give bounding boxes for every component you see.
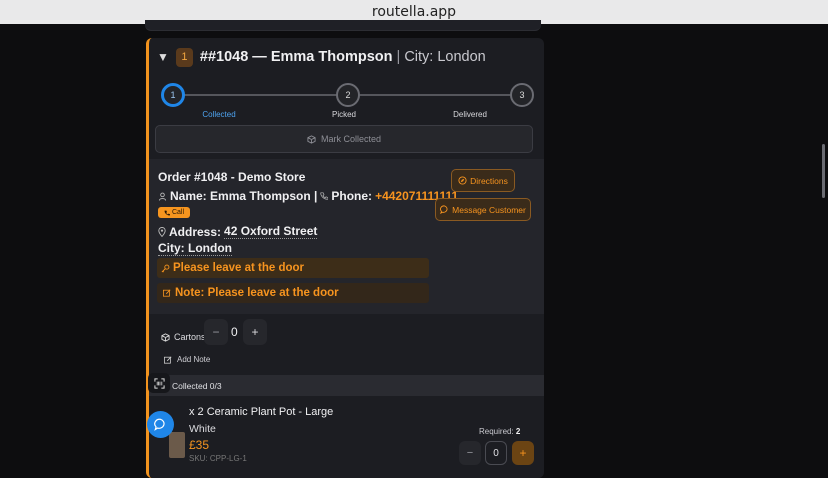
item-sku: SKU: CPP-LG-1 — [189, 454, 247, 463]
customer-info-panel: Order #1048 - Demo Store Name: Emma Thom… — [149, 159, 544, 314]
collected-status-bar[interactable]: Collected 0/3 — [149, 375, 544, 396]
required-value: 2 — [515, 427, 521, 436]
directions-button[interactable]: Directions — [451, 169, 515, 192]
progress-line-2 — [359, 94, 511, 96]
order-title: ##1048 — Emma Thompson | City: London — [200, 49, 486, 65]
step-collected-label: Collected — [202, 110, 236, 119]
customer-name: Name: Emma Thompson | — [170, 189, 318, 203]
product-thumbnail — [169, 432, 185, 458]
address-row: Address: 42 Oxford Street — [158, 224, 318, 239]
order-card-header[interactable]: ▼ 1 ##1048 — Emma Thompson | City: Londo… — [149, 38, 544, 76]
phone-label: Phone: — [331, 189, 373, 203]
cartons-label-group: Cartons — [161, 332, 206, 342]
add-note-label: Add Note — [177, 355, 211, 364]
order-city: City: London — [404, 49, 486, 65]
key-icon — [161, 264, 170, 273]
cartons-label: Cartons — [174, 332, 206, 342]
progress-line-1 — [183, 94, 337, 96]
page-scrollbar[interactable] — [822, 144, 825, 198]
progress-tracker: 1 2 3 Collected Picked Delivered — [149, 83, 544, 122]
call-label: Call — [171, 209, 185, 216]
address-link[interactable]: 42 Oxford Street — [224, 224, 318, 239]
item-name: x 2 Ceramic Plant Pot - Large — [189, 406, 334, 418]
address-label: Address: — [169, 224, 222, 239]
edit-icon — [164, 355, 172, 364]
chat-fab-button[interactable] — [147, 411, 174, 438]
item-decrement-button[interactable]: − — [459, 441, 481, 465]
phone-icon — [164, 210, 170, 216]
url-text: routella.app — [371, 4, 457, 20]
message-customer-label: Message Customer — [452, 204, 526, 215]
name-phone-row: Name: Emma Thompson | Phone: +4420711111… — [158, 189, 458, 203]
order-card: ▼ 1 ##1048 — Emma Thompson | City: Londo… — [146, 38, 544, 478]
item-increment-button[interactable]: + — [512, 441, 534, 465]
cartons-value: 0 — [231, 325, 238, 339]
cartons-decrement-button[interactable]: − — [204, 319, 228, 345]
step-picked-label: Picked — [331, 110, 357, 119]
item-variant: White — [189, 423, 216, 435]
item-price: £35 — [189, 438, 210, 452]
step-picked-circle[interactable]: 2 — [336, 83, 360, 107]
order-ref: ##1048 — Emma Thompson — [199, 49, 393, 65]
collected-status-text: Collected 0/3 — [172, 380, 222, 391]
add-note-button[interactable]: Add Note — [164, 355, 210, 364]
box-icon — [307, 134, 316, 144]
order-note-text: Note: Please leave at the door — [175, 287, 339, 299]
message-customer-button[interactable]: Message Customer — [435, 198, 531, 221]
step-delivered-label: Delivered — [453, 110, 487, 119]
chat-bubble-icon — [154, 418, 167, 431]
cartons-increment-button[interactable]: + — [243, 319, 267, 345]
order-note: Note: Please leave at the door — [157, 283, 429, 303]
required-label: Required: — [479, 427, 514, 436]
title-separator: | — [396, 49, 401, 65]
city-link[interactable]: City: London — [158, 241, 232, 256]
compass-icon — [458, 176, 467, 185]
location-pin-icon — [158, 226, 166, 237]
mark-collected-label: Mark Collected — [320, 134, 382, 144]
edit-icon — [163, 289, 171, 297]
barcode-scan-button[interactable] — [148, 373, 170, 393]
collapse-triangle-icon[interactable]: ▼ — [157, 50, 169, 64]
mark-collected-button[interactable]: Mark Collected — [155, 125, 533, 153]
item-quantity-input[interactable]: 0 — [485, 441, 507, 465]
box-icon — [161, 332, 170, 342]
order-index-badge: 1 — [175, 47, 193, 67]
chat-bubble-icon — [440, 205, 449, 214]
user-icon — [158, 192, 167, 201]
previous-order-card — [145, 20, 541, 31]
step-collected-circle[interactable]: 1 — [161, 83, 185, 107]
directions-label: Directions — [470, 175, 508, 186]
delivery-instruction-text: Please leave at the door — [173, 262, 305, 274]
phone-icon — [320, 192, 329, 200]
step-delivered-circle[interactable]: 3 — [510, 83, 534, 107]
city-row: City: London — [158, 241, 232, 256]
required-quantity: Required: 2 — [479, 427, 520, 436]
order-line: Order #1048 - Demo Store — [158, 170, 306, 184]
call-button[interactable]: Call — [158, 207, 190, 218]
delivery-instruction: Please leave at the door — [157, 258, 429, 278]
scan-icon — [153, 377, 165, 389]
